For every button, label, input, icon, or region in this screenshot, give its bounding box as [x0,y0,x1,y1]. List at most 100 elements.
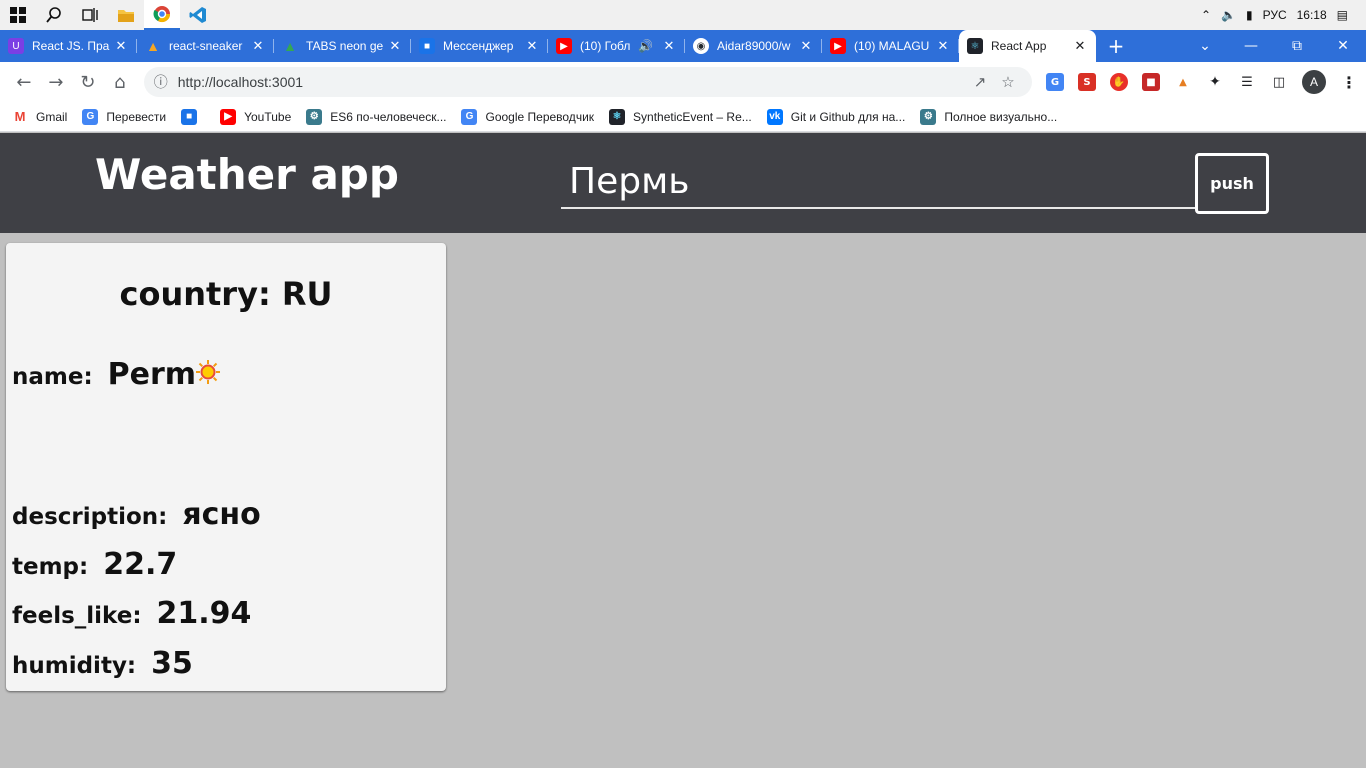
gear-icon: ⚙ [920,108,937,125]
url-text[interactable]: http://localhost:3001 [178,74,966,90]
bookmark-full-visual[interactable]: ⚙ Полное визуально... [920,108,1057,125]
bookmark-es6[interactable]: ⚙ ES6 по-человечеcк... [306,108,446,125]
humidity-label: humidity: [12,653,137,679]
close-icon[interactable]: ✕ [113,38,129,54]
close-icon[interactable]: ✕ [1072,38,1088,54]
feels-like-label: feels_like: [12,603,142,629]
messenger-favicon: ■ [419,38,435,54]
notifications-icon[interactable]: ▤ [1337,8,1348,22]
close-window-button[interactable]: ✕ [1320,30,1366,62]
temp-row: temp: 22.7 [12,547,177,582]
tab-messenger[interactable]: ■ Мессенджер ✕ [411,30,548,62]
bookmark-synthetic-event[interactable]: ⚛ SyntheticEvent – Re... [609,108,752,125]
s-extension-icon[interactable]: S [1078,73,1096,91]
extensions-puzzle-icon[interactable]: ✦ [1206,73,1224,91]
task-view-icon[interactable] [72,0,108,30]
bookmark-label: Git и Github для на... [790,109,906,124]
side-panel-icon[interactable]: ◫ [1270,73,1288,91]
push-button[interactable]: push [1195,153,1269,214]
forward-icon[interactable]: → [40,66,72,98]
speaker-icon[interactable]: 🔊 [638,39,653,53]
name-label: name: [12,364,93,390]
weather-card: country: RU name: Perm description: ясно… [6,243,446,691]
messenger-icon: ■ [181,108,198,125]
description-value: ясно [182,497,261,532]
colorful-extension-icon[interactable]: ■ [1142,73,1160,91]
tab-youtube-malagu[interactable]: ▶ (10) MALAGU ✕ [822,30,959,62]
chevron-up-icon[interactable]: ⌃ [1201,8,1211,22]
tab-react-app[interactable]: ⚛ React App ✕ [959,30,1096,62]
close-icon[interactable]: ✕ [387,38,403,54]
avatar[interactable]: A [1302,70,1326,94]
vscode-taskbar-icon[interactable] [180,0,216,30]
language-indicator[interactable]: РУС [1263,8,1287,22]
name-row: name: Perm [12,357,196,392]
github-favicon: ◉ [693,38,709,54]
bookmark-google-translate[interactable]: G Google Переводчик [461,108,595,125]
battery-icon[interactable]: ▮ [1246,8,1253,22]
tab-title: Aidar89000/w [717,39,791,53]
close-icon[interactable]: ✕ [935,38,951,54]
share-icon[interactable]: ↗ [966,73,994,91]
temp-value: 22.7 [103,547,178,582]
adblock-extension-icon[interactable]: ✋ [1110,73,1128,91]
tab-react-course[interactable]: U React JS. Пра ✕ [0,30,137,62]
tab-title: TABS neon ge [306,39,384,53]
tab-react-sneakers[interactable]: ▲ react-sneaker ✕ [137,30,274,62]
close-icon[interactable]: ✕ [524,38,540,54]
feels-like-row: feels_like: 21.94 [12,596,251,631]
close-icon[interactable]: ✕ [798,38,814,54]
chrome-taskbar-icon[interactable] [144,0,180,30]
tab-title: Мессенджер [443,39,514,53]
new-tab-button[interactable]: + [1096,30,1136,62]
bookmark-label: YouTube [244,109,292,124]
clock[interactable]: 16:18 [1297,8,1327,22]
tab-title: (10) Гобл [580,39,631,53]
back-icon[interactable]: ← [8,66,40,98]
tab-tabs-neon[interactable]: ▲ TABS neon ge ✕ [274,30,411,62]
home-icon[interactable]: ⌂ [104,66,136,98]
volume-icon[interactable]: 🔈 [1221,8,1236,22]
window-controls: ⌄ — ⧉ ✕ [1182,30,1366,62]
page-title: Weather app [95,150,399,199]
bookmark-git-github[interactable]: vk Git и Github для на... [766,108,906,125]
react-course-favicon: U [8,38,24,54]
close-icon[interactable]: ✕ [661,38,677,54]
windows-start-icon[interactable] [0,0,36,30]
browser-toolbar: ← → ↻ ⌂ ⓘ http://localhost:3001 ↗ ☆ G S … [0,62,1366,102]
bookmarks-bar: M Gmail G Перевести ■ ▶ YouTube ⚙ ES6 по… [0,102,1366,132]
tab-title: React JS. Пра [32,39,110,53]
reload-icon[interactable]: ↻ [72,66,104,98]
file-explorer-icon[interactable] [108,0,144,30]
google-translate-icon: G [461,108,478,125]
site-info-icon[interactable]: ⓘ [154,72,168,92]
more-menu-icon[interactable]: ⋮ [1340,73,1358,92]
close-icon[interactable]: ✕ [250,38,266,54]
bookmark-gmail[interactable]: M Gmail [12,108,67,125]
address-bar[interactable]: ⓘ http://localhost:3001 ↗ ☆ [143,67,1032,97]
google-drive-favicon: ▲ [283,38,297,54]
tab-youtube-gobl[interactable]: ▶ (10) Гобл 🔊 ✕ [548,30,685,62]
tab-strip: U React JS. Пра ✕ ▲ react-sneaker ✕ ▲ TA… [0,30,1366,62]
tab-title: React App [991,39,1047,53]
sun-icon [196,360,220,384]
minimize-button[interactable]: — [1228,30,1274,62]
restore-button[interactable]: ⧉ [1274,30,1320,62]
tab-search-icon[interactable]: ⌄ [1182,30,1228,62]
tree-extension-icon[interactable]: ▲ [1174,73,1192,91]
bookmark-star-icon[interactable]: ☆ [994,73,1022,91]
gear-icon: ⚙ [306,108,323,125]
media-control-icon[interactable]: ☰ [1238,73,1256,91]
humidity-row: humidity: 35 [12,646,193,681]
bookmark-label: Google Переводчик [485,109,595,124]
vk-icon: vk [766,108,783,125]
google-translate-extension-icon[interactable]: G [1046,73,1064,91]
search-icon[interactable] [36,0,72,30]
bookmark-translate[interactable]: G Перевести [82,108,167,125]
youtube-favicon: ▶ [556,38,572,54]
bookmark-youtube[interactable]: ▶ YouTube [220,108,292,125]
tab-github[interactable]: ◉ Aidar89000/w ✕ [685,30,822,62]
city-search-input[interactable] [561,155,1197,209]
bookmark-label: Перевести [106,109,167,124]
bookmark-messenger[interactable]: ■ [181,108,205,125]
